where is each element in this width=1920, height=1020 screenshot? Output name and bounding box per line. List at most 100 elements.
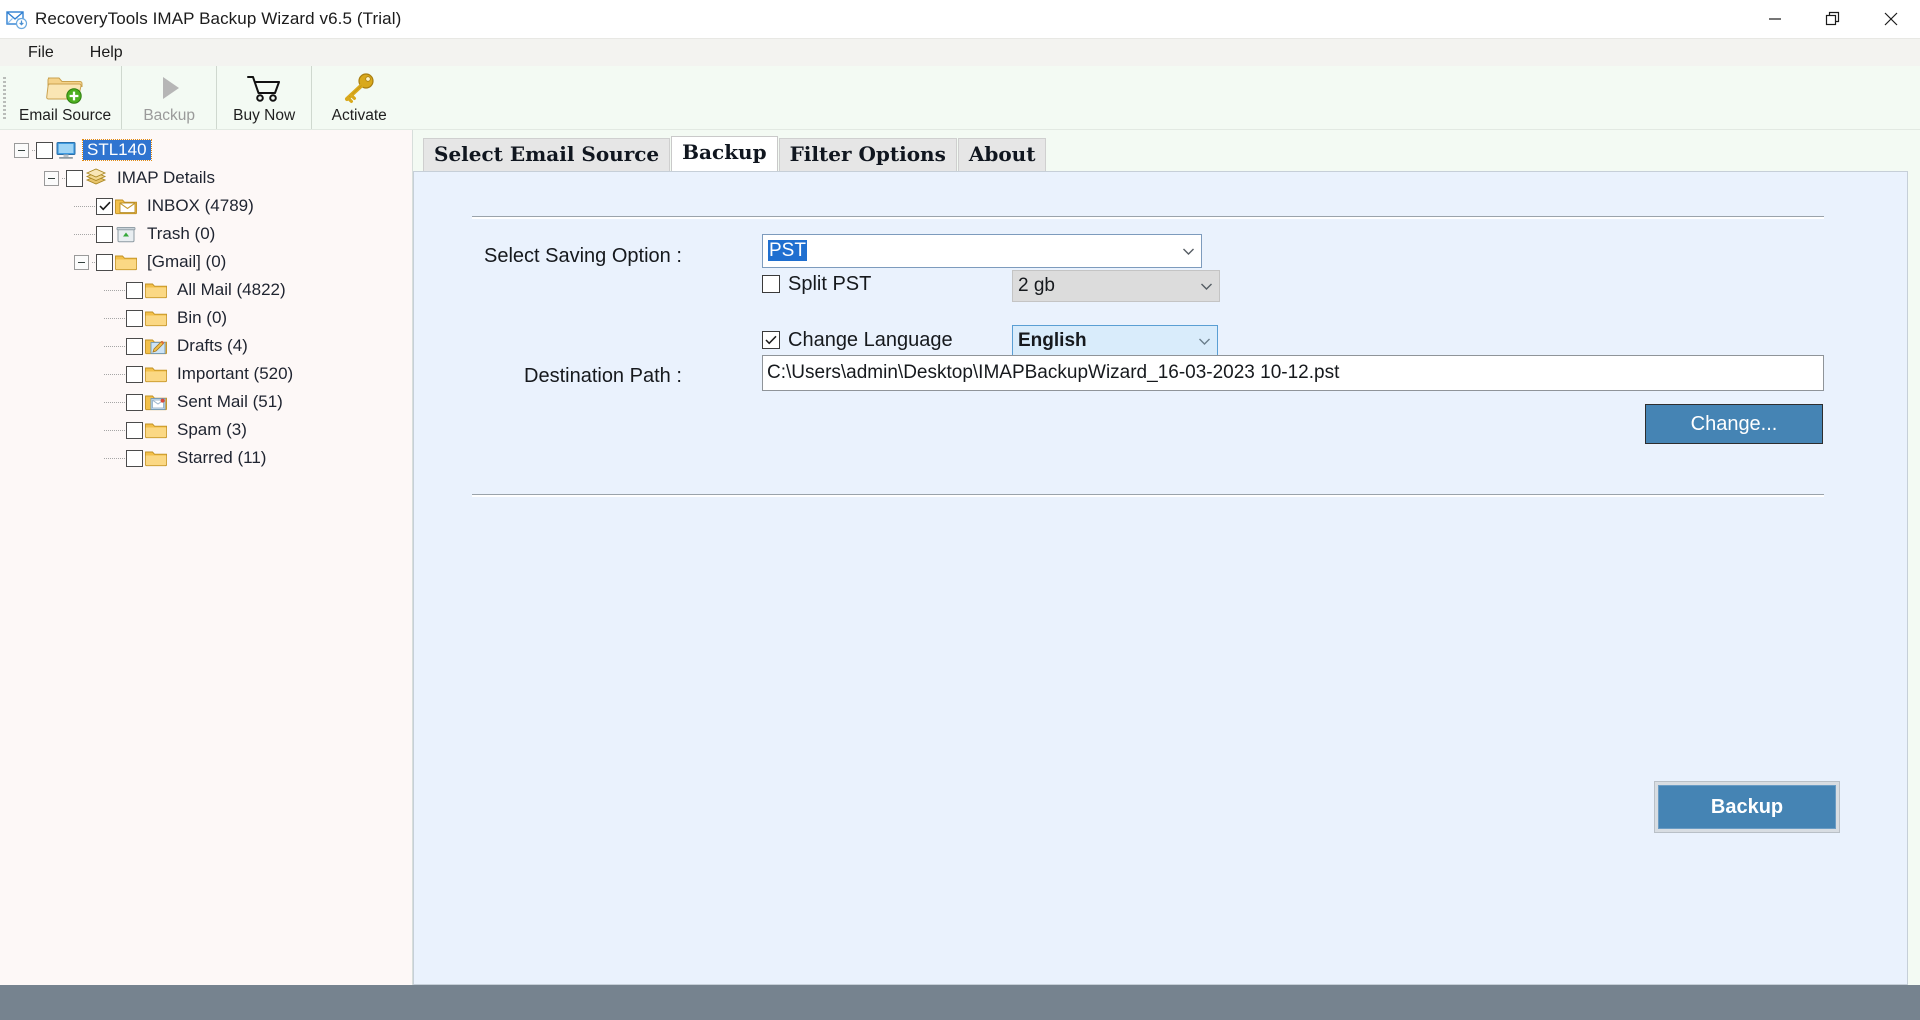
tree-node-checkbox[interactable] <box>126 337 143 355</box>
menu-item-file[interactable]: File <box>14 42 68 64</box>
toolbar-label-backup: Backup <box>143 107 196 124</box>
menu-bar: File Help <box>0 38 1920 66</box>
tree-node[interactable]: Starred (11) <box>0 444 412 472</box>
tree-node-label: Trash (0) <box>147 224 216 243</box>
tree-collapse-toggle[interactable] <box>44 170 59 186</box>
top-divider <box>472 216 1824 219</box>
tree-node[interactable]: Bin (0) <box>0 304 412 332</box>
mail-download-icon <box>6 8 28 30</box>
tree-connector-line <box>104 457 126 459</box>
chevron-down-icon <box>1175 247 1201 256</box>
tree-node-label: Bin (0) <box>177 308 228 327</box>
tab-backup[interactable]: Backup <box>671 136 778 171</box>
tree-node-label: IMAP Details <box>117 168 215 187</box>
tree-node[interactable]: Important (520) <box>0 360 412 388</box>
tree-node[interactable]: Trash (0) <box>0 220 412 248</box>
change-language-checkbox[interactable] <box>762 331 780 349</box>
tree-node[interactable]: STL140 <box>0 136 412 164</box>
sent-mail-folder-icon <box>144 393 168 412</box>
tree-node-checkbox[interactable] <box>96 253 113 271</box>
tree-node-checkbox[interactable] <box>126 309 143 327</box>
toolbar-button-backup[interactable]: Backup <box>121 66 216 129</box>
computer-icon <box>54 141 78 160</box>
toolbar-button-activate[interactable]: Activate <box>311 66 406 129</box>
folder-icon <box>144 281 168 300</box>
trash-folder-icon <box>114 225 138 244</box>
status-bar <box>0 985 1920 1020</box>
backup-tab-pane: Select Saving Option : PST Split PST 2 g… <box>413 171 1908 985</box>
folder-icon <box>144 449 168 468</box>
tree-node-checkbox[interactable] <box>126 449 143 467</box>
bottom-divider <box>472 494 1824 497</box>
content-area: Select Email Source Backup Filter Option… <box>413 130 1920 985</box>
restore-button[interactable] <box>1804 0 1862 38</box>
split-size-value: 2 gb <box>1018 275 1055 296</box>
toolbar-button-email-source[interactable]: Email Source <box>9 66 121 129</box>
change-language-checkbox-row[interactable]: Change Language <box>762 324 953 356</box>
tab-select-email-source[interactable]: Select Email Source <box>423 138 671 171</box>
tree-node-label: Starred (11) <box>177 448 267 467</box>
tab-about[interactable]: About <box>957 138 1047 171</box>
saving-option-label: Select Saving Option : <box>484 245 682 267</box>
tree-node-checkbox[interactable] <box>126 393 143 411</box>
tree-node-checkbox[interactable] <box>126 281 143 299</box>
backup-submit-button[interactable]: Backup <box>1658 785 1836 829</box>
tree-node-checkbox[interactable] <box>126 421 143 439</box>
destination-path-input[interactable]: C:\Users\admin\Desktop\IMAPBackupWizard_… <box>762 355 1824 391</box>
split-size-select[interactable]: 2 gb <box>1012 270 1220 302</box>
tree-node-label: All Mail (4822) <box>177 280 286 299</box>
change-path-button[interactable]: Change... <box>1645 404 1823 444</box>
split-pst-checkbox[interactable] <box>762 275 780 293</box>
tree-node[interactable]: Sent Mail (51) <box>0 388 412 416</box>
tree-node-label: Important (520) <box>177 364 294 383</box>
shopping-cart-icon <box>245 69 283 107</box>
tree-node-checkbox[interactable] <box>36 141 53 159</box>
window-controls <box>1746 0 1920 38</box>
destination-path-label: Destination Path : <box>524 365 682 387</box>
folder-icon <box>144 365 168 384</box>
saving-option-select[interactable]: PST <box>762 234 1202 268</box>
tree-connector-line <box>104 317 126 319</box>
menu-item-help[interactable]: Help <box>76 42 137 64</box>
toolbar-label-buy-now: Buy Now <box>233 107 296 124</box>
check-mark-icon <box>98 201 111 211</box>
tree-node[interactable]: All Mail (4822) <box>0 276 412 304</box>
tree-node-checkbox[interactable] <box>126 365 143 383</box>
toolbar-grip[interactable] <box>0 66 9 129</box>
toolbar-button-buy-now[interactable]: Buy Now <box>216 66 311 129</box>
folder-tree-panel[interactable]: STL140 IMAP Details INBOX (4789) Trash (0) [… <box>0 130 413 985</box>
minimize-icon <box>1769 18 1781 20</box>
tree-connector-line <box>104 401 126 403</box>
language-value: English <box>1018 330 1087 351</box>
tree-node[interactable]: INBOX (4789) <box>0 192 412 220</box>
tree-node[interactable]: Spam (3) <box>0 416 412 444</box>
tree-node-checkbox[interactable] <box>96 197 113 215</box>
language-select[interactable]: English <box>1012 325 1218 357</box>
tree-connector-line <box>104 429 126 431</box>
close-button[interactable] <box>1862 0 1920 38</box>
folder-icon <box>144 421 168 440</box>
split-pst-checkbox-row[interactable]: Split PST <box>762 268 871 300</box>
chevron-down-icon <box>1193 282 1219 291</box>
tree-connector-line <box>74 233 96 235</box>
minimize-button[interactable] <box>1746 0 1804 38</box>
toolbar-label-email-source: Email Source <box>19 107 112 124</box>
folder-icon <box>144 309 168 328</box>
title-bar: RecoveryTools IMAP Backup Wizard v6.5 (T… <box>0 0 1920 38</box>
tree-node-label: Drafts (4) <box>177 336 248 355</box>
tree-node[interactable]: IMAP Details <box>0 164 412 192</box>
tab-filter-options[interactable]: Filter Options <box>778 138 957 171</box>
tree-node-label: INBOX (4789) <box>147 196 254 215</box>
tree-collapse-toggle[interactable] <box>14 142 29 158</box>
tree-collapse-toggle[interactable] <box>74 254 89 270</box>
folder-add-icon <box>46 69 84 107</box>
saving-option-value: PST <box>768 240 807 261</box>
tree-node-label: STL140 <box>82 139 152 161</box>
tree-node-checkbox[interactable] <box>66 169 83 187</box>
tree-connector-line <box>74 205 96 207</box>
tree-node[interactable]: Drafts (4) <box>0 332 412 360</box>
window-title: RecoveryTools IMAP Backup Wizard v6.5 (T… <box>35 9 402 28</box>
tree-node[interactable]: [Gmail] (0) <box>0 248 412 276</box>
tree-node-checkbox[interactable] <box>96 225 113 243</box>
toolbar-label-activate: Activate <box>331 107 387 124</box>
